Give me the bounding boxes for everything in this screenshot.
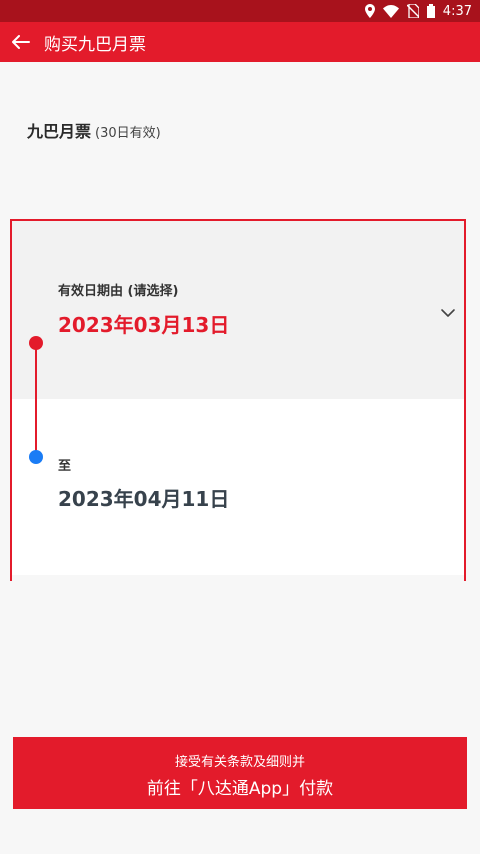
chevron-down-icon[interactable] (440, 305, 456, 321)
page-title: 购买九巴月票 (44, 34, 146, 55)
pay-button-label: 前往「八达通App」付款 (146, 779, 334, 799)
location-icon (364, 4, 375, 18)
arrow-left-icon (12, 35, 30, 49)
timeline-end-dot (29, 450, 43, 464)
timeline-start-dot (29, 336, 43, 350)
end-date-label: 至 (58, 459, 72, 474)
ticket-name-text: 九巴月票 (27, 122, 92, 141)
pay-button[interactable]: 接受有关条款及细则并 前往「八达通App」付款 (13, 737, 467, 809)
start-date-label: 有效日期由 (请选择) (58, 284, 179, 299)
wifi-icon (382, 4, 399, 18)
status-bar: 4:37 (0, 0, 480, 22)
start-date-value: 2023年03月13日 (58, 313, 230, 337)
pay-button-terms-text: 接受有关条款及细则并 (174, 755, 305, 770)
date-range-card: 有效日期由 (请选择) 2023年03月13日 至 2023年04月11日 (10, 219, 466, 581)
start-date-selector[interactable]: 有效日期由 (请选择) 2023年03月13日 (12, 221, 464, 399)
app-bar: 购买九巴月票 (0, 22, 480, 62)
end-date-value: 2023年04月11日 (58, 487, 230, 511)
ticket-name: 九巴月票 (30日有效) (27, 118, 161, 142)
card-divider (12, 575, 464, 581)
status-time: 4:37 (442, 3, 472, 19)
ticket-validity: (30日有效) (95, 126, 161, 141)
timeline-line (35, 342, 37, 457)
back-button[interactable] (0, 22, 42, 62)
no-sim-icon (406, 4, 419, 18)
battery-icon (426, 4, 435, 18)
status-icons: 4:37 (364, 3, 472, 19)
